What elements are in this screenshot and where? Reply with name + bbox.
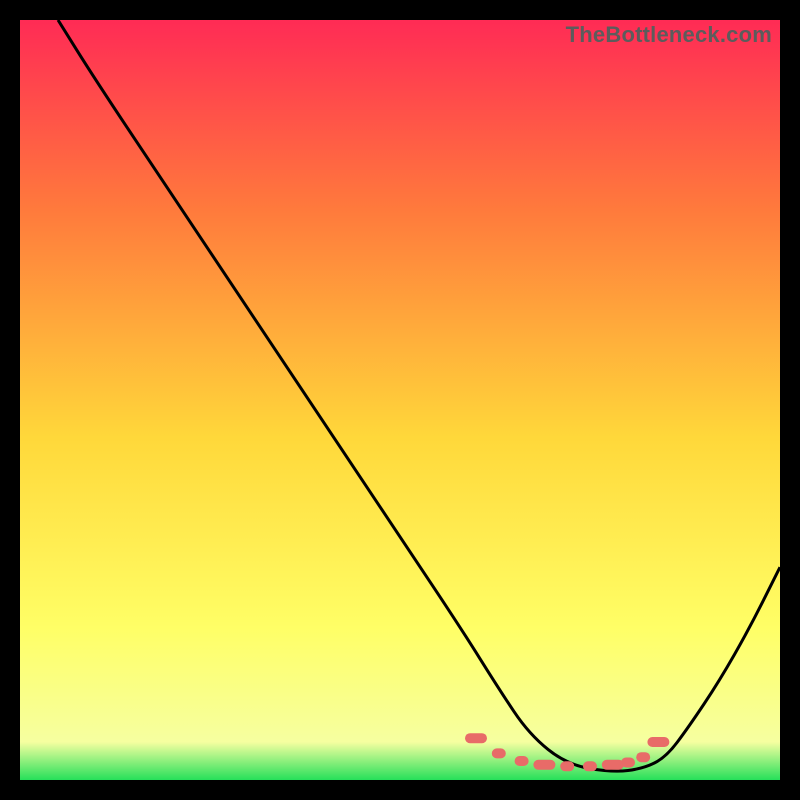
marker-dot: [560, 761, 574, 771]
marker-dot: [602, 760, 624, 770]
bottleneck-chart: [20, 20, 780, 780]
marker-dot: [636, 752, 650, 762]
marker-dot: [621, 758, 635, 768]
watermark-text: TheBottleneck.com: [566, 22, 772, 48]
marker-dot: [492, 748, 506, 758]
marker-dot: [583, 761, 597, 771]
chart-frame: TheBottleneck.com: [20, 20, 780, 780]
marker-dot: [515, 756, 529, 766]
marker-dot: [533, 760, 555, 770]
gradient-background: [20, 20, 780, 780]
marker-dot: [465, 733, 487, 743]
marker-dot: [647, 737, 669, 747]
